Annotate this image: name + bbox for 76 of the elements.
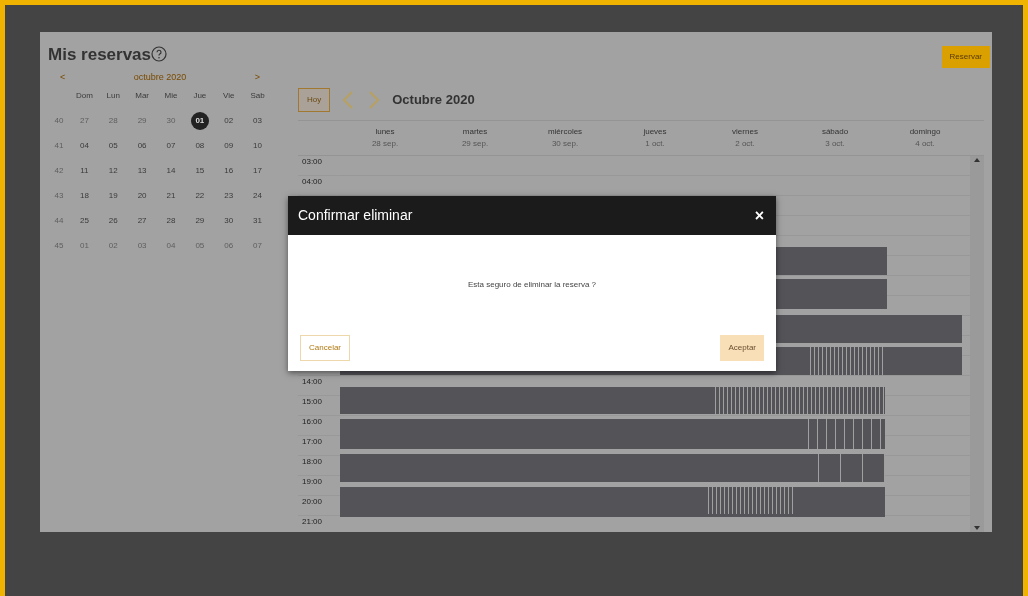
day-name: lunes (374, 126, 396, 138)
hour-label: 03:00 (298, 156, 340, 176)
week-number: 42 (53, 165, 65, 177)
weekday-label: Jue (192, 90, 208, 102)
day-date: 4 oct. (914, 138, 936, 150)
calendar-day[interactable]: 25 (79, 216, 89, 225)
dialog-message: Esta seguro de eliminar la reserva ? (467, 279, 597, 291)
accept-button[interactable]: Aceptar (720, 335, 764, 361)
calendar-day[interactable]: 27 (137, 216, 147, 225)
calendar-day[interactable]: 02 (224, 116, 234, 125)
day-date: 28 sep. (370, 138, 400, 150)
calendar-day[interactable]: 17 (253, 166, 262, 175)
reserve-button[interactable]: Reservar (941, 46, 990, 68)
calendar-day[interactable]: 04 (79, 141, 89, 150)
calendar-day[interactable]: 10 (253, 141, 262, 150)
calendar-day[interactable]: 26 (108, 216, 118, 225)
day-name: jueves (642, 126, 668, 138)
scroll-down-icon[interactable] (973, 524, 981, 532)
week-number: 43 (53, 190, 65, 202)
calendar-day[interactable]: 05 (108, 141, 118, 150)
day-date: 3 oct. (824, 138, 846, 150)
calendar-day[interactable]: 07 (166, 141, 176, 150)
today-button[interactable]: Hoy (298, 88, 331, 112)
week-number: 44 (53, 215, 65, 227)
dialog-title: Confirmar eliminar (298, 206, 413, 225)
hour-label: 21:00 (298, 516, 340, 532)
weekday-label: Dom (74, 90, 94, 102)
month-label: octubre 2020 (133, 70, 187, 84)
week-number: 40 (53, 115, 65, 127)
week-title: Octubre 2020 (392, 91, 475, 110)
calendar-day[interactable]: 23 (224, 191, 234, 200)
close-button[interactable]: × (754, 203, 764, 228)
week-number: 45 (53, 240, 65, 252)
cancel-button[interactable]: Cancelar (300, 335, 350, 361)
calendar-day[interactable]: 19 (108, 191, 118, 200)
day-name: martes (461, 126, 489, 138)
prev-month-button[interactable]: < (60, 70, 66, 85)
weekday-label: Mie (163, 90, 179, 102)
calendar-day[interactable]: 09 (224, 141, 234, 150)
calendar-day[interactable]: 15 (195, 166, 205, 175)
calendar-day[interactable]: 06 (137, 141, 147, 150)
weekday-label: Lun (105, 90, 121, 102)
scrollbar[interactable] (970, 156, 984, 532)
calendar-day[interactable]: 21 (166, 191, 176, 200)
page-title: Mis reservas (48, 45, 152, 64)
help-icon[interactable] (151, 46, 168, 62)
calendar-day[interactable]: 11 (80, 166, 89, 175)
calendar-day[interactable]: 20 (137, 191, 147, 200)
next-month-button[interactable]: > (254, 70, 260, 85)
calendar-day[interactable]: 31 (253, 216, 262, 225)
day-name: viernes (731, 126, 759, 138)
calendar-day[interactable]: 24 (253, 191, 262, 200)
scroll-up-icon[interactable] (973, 156, 981, 164)
calendar-day[interactable]: 16 (224, 166, 234, 175)
calendar-day[interactable]: 30 (224, 216, 234, 225)
calendar-day[interactable]: 22 (195, 191, 205, 200)
calendar-day[interactable]: 03 (253, 116, 262, 125)
calendar-day[interactable]: 08 (195, 141, 205, 150)
calendar-day[interactable]: 18 (79, 191, 89, 200)
calendar-day[interactable]: 28 (166, 216, 176, 225)
day-name: miércoles (546, 126, 584, 138)
calendar-day[interactable]: 12 (108, 166, 118, 175)
weekday-label: Sab (249, 90, 266, 102)
day-name: sábado (820, 126, 850, 138)
day-date: 30 sep. (550, 138, 580, 150)
calendar-day[interactable]: 29 (195, 216, 205, 225)
week-number: 41 (53, 140, 65, 152)
calendar-day[interactable]: 13 (137, 166, 147, 175)
day-date: 2 oct. (734, 138, 756, 150)
calendar-day[interactable]: 01 (190, 112, 209, 130)
weekday-label: Vie (222, 90, 236, 102)
day-date: 1 oct. (644, 138, 666, 150)
weekday-label: Mar (134, 90, 150, 102)
calendar-day[interactable]: 14 (166, 166, 176, 175)
day-name: domingo (908, 126, 942, 138)
day-date: 29 sep. (460, 138, 490, 150)
